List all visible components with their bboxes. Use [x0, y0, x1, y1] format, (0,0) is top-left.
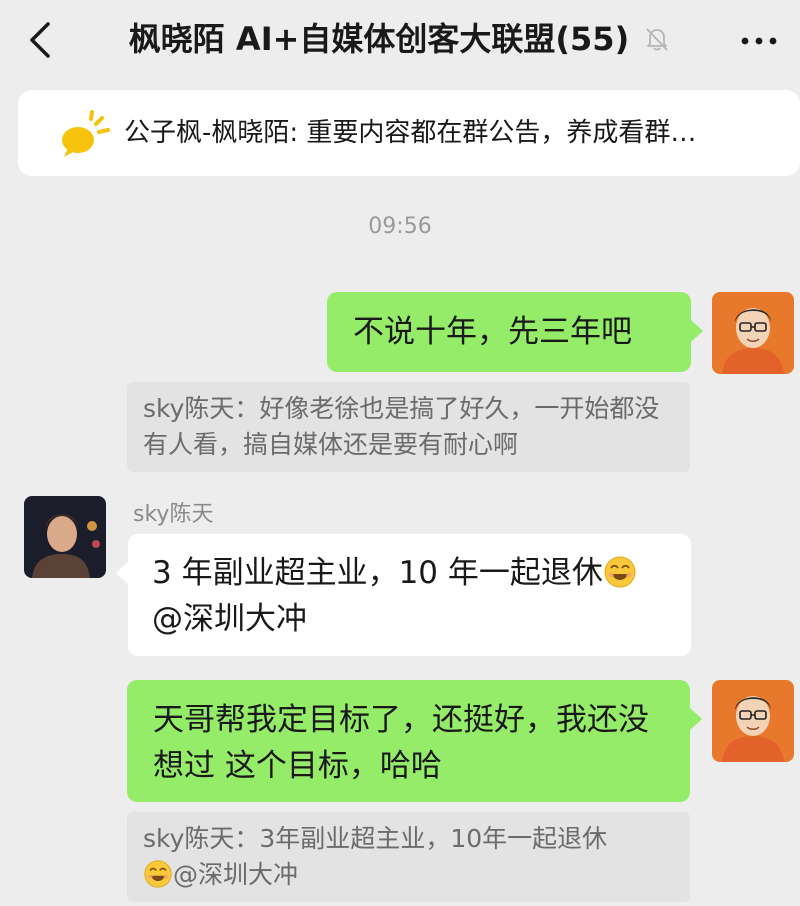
quoted-message-text: sky陈天：好像老徐也是搞了好久，一开始都没有人看，搞自媒体还是要有耐心啊: [143, 394, 660, 459]
avatar-sender[interactable]: [24, 496, 106, 578]
megaphone-icon: [62, 110, 110, 157]
chat-timestamp: 09:56: [368, 214, 432, 239]
message-text: 不说十年，先三年吧: [353, 314, 632, 350]
sender-name: sky陈天: [133, 502, 214, 527]
message-text-part2: @深圳大冲: [152, 601, 307, 637]
group-notice-text: 公子枫-枫晓陌: 重要内容都在群公告，养成看群…: [124, 118, 697, 148]
avatar-sender-image: [24, 496, 106, 578]
message-bubble-outgoing[interactable]: 不说十年，先三年吧: [327, 292, 691, 372]
chat-title[interactable]: 枫晓陌 AI+自媒体创客大联盟(55): [129, 14, 629, 64]
avatar-self-image: [712, 680, 794, 762]
message-text-part1: 3 年副业超主业，10 年一起退休: [152, 555, 603, 591]
message-bubble-incoming[interactable]: 3 年副业超主业，10 年一起退休 @深圳大冲: [128, 534, 691, 656]
message-bubble-outgoing[interactable]: 天哥帮我定目标了，还挺好，我还没想过 这个目标，哈哈: [127, 680, 690, 802]
bubble-tail: [690, 708, 702, 730]
avatar-self[interactable]: [712, 292, 794, 374]
quoted-message[interactable]: sky陈天：好像老徐也是搞了好久，一开始都没有人看，搞自媒体还是要有耐心啊: [127, 382, 690, 472]
quoted-message-text-part1: sky陈天：3年副业超主业，10年一起退休: [143, 824, 608, 853]
group-notice-banner[interactable]: 公子枫-枫晓陌: 重要内容都在群公告，养成看群…: [18, 90, 800, 176]
quoted-message[interactable]: sky陈天：3年副业超主业，10年一起退休 @深圳大冲: [127, 812, 690, 902]
bell-muted-icon: [646, 28, 668, 51]
message-text: 天哥帮我定目标了，还挺好，我还没想过 这个目标，哈哈: [153, 702, 649, 784]
chat-header: 枫晓陌 AI+自媒体创客大联盟(55): [0, 0, 800, 84]
grinning-face-emoji: [604, 556, 636, 588]
grinning-face-emoji: [144, 860, 172, 888]
chat-title-wrap: 枫晓陌 AI+自媒体创客大联盟(55): [0, 14, 800, 64]
bubble-tail: [116, 562, 128, 584]
bubble-tail: [691, 320, 703, 342]
quoted-message-text-part2: @深圳大冲: [173, 860, 299, 889]
more-dots-icon[interactable]: [738, 26, 780, 56]
avatar-self[interactable]: [712, 680, 794, 762]
avatar-self-image: [712, 292, 794, 374]
